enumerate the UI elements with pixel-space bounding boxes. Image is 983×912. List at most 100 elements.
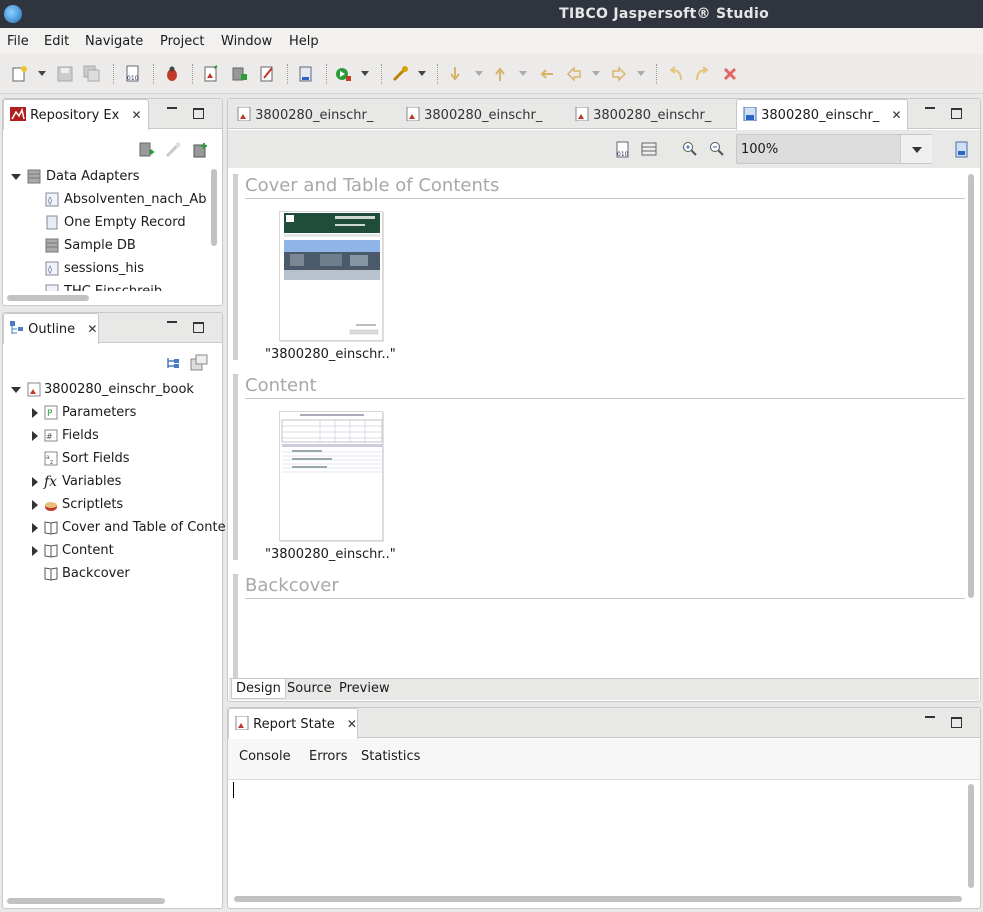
- new-data-adapter-icon[interactable]: [230, 65, 248, 83]
- collapse-chevron-icon[interactable]: [32, 477, 38, 487]
- menu-help[interactable]: Help: [289, 34, 319, 49]
- report-properties-icon[interactable]: [954, 141, 970, 163]
- tab-design[interactable]: Design: [231, 679, 286, 699]
- close-icon[interactable]: ✕: [347, 717, 357, 731]
- tab-report-3[interactable]: 3800280_einschr_: [568, 99, 733, 130]
- minimize-icon[interactable]: [167, 107, 177, 115]
- save-icon[interactable]: [56, 65, 74, 83]
- window-title: TIBCO Jaspersoft® Studio: [559, 6, 769, 22]
- repository-tab-label: Repository Ex: [30, 108, 120, 123]
- compile-icon[interactable]: 010: [615, 141, 631, 163]
- close-icon[interactable]: ✕: [892, 108, 902, 122]
- publish-report-icon[interactable]: [297, 65, 315, 83]
- previous-annotation-icon[interactable]: [491, 65, 509, 83]
- new-file-icon[interactable]: [11, 65, 29, 83]
- tab-outline[interactable]: Outline ✕: [3, 313, 99, 344]
- external-tools-icon[interactable]: [391, 65, 409, 83]
- book-section-icon: [44, 521, 58, 535]
- menu-window[interactable]: Window: [221, 34, 272, 49]
- collapse-chevron-icon[interactable]: [32, 546, 38, 556]
- zoom-in-icon[interactable]: [682, 141, 698, 161]
- layout-bands-icon[interactable]: [641, 141, 657, 161]
- empty-record-icon: [46, 215, 58, 230]
- tab-errors[interactable]: Errors: [309, 749, 347, 764]
- tools-dropdown-chevron-icon[interactable]: [418, 71, 426, 76]
- expand-chevron-icon[interactable]: [11, 387, 21, 393]
- tab-report-state[interactable]: Report State ✕: [228, 708, 358, 739]
- delete-x-icon[interactable]: [721, 65, 739, 83]
- debug-bug-icon[interactable]: [163, 65, 181, 83]
- previous-annotation-dropdown-icon[interactable]: [519, 71, 527, 76]
- filter-icon[interactable]: [190, 354, 208, 376]
- import-icon[interactable]: [192, 142, 208, 162]
- main-toolbar: 010: [0, 54, 983, 94]
- edit-connection-icon[interactable]: [165, 142, 181, 162]
- console-horizontal-scrollbar[interactable]: [234, 896, 962, 902]
- run-dropdown-chevron-icon[interactable]: [361, 71, 369, 76]
- zoom-dropdown[interactable]: [900, 135, 932, 163]
- outline-panel: Outline ✕ 3800280_einschr_book P Paramet…: [2, 312, 226, 909]
- tab-repository-explorer[interactable]: Repository Ex ✕: [3, 99, 149, 130]
- vertical-scrollbar[interactable]: [211, 169, 217, 246]
- menu-navigate[interactable]: Navigate: [85, 34, 143, 49]
- minimize-icon[interactable]: [925, 716, 935, 724]
- tab-console[interactable]: Console: [239, 749, 291, 764]
- new-report-icon[interactable]: [202, 65, 220, 83]
- tab-report-1[interactable]: 3800280_einschr_: [230, 99, 395, 130]
- maximize-icon[interactable]: [951, 717, 962, 728]
- horizontal-scrollbar[interactable]: [7, 898, 165, 904]
- tab-source[interactable]: Source: [283, 679, 336, 699]
- collapse-chevron-icon[interactable]: [32, 523, 38, 533]
- svg-text:010: 010: [617, 151, 629, 158]
- tab-statistics[interactable]: Statistics: [361, 749, 420, 764]
- zoom-out-icon[interactable]: [709, 141, 725, 161]
- maximize-icon[interactable]: [193, 108, 204, 119]
- save-all-icon[interactable]: [83, 65, 101, 83]
- tree-item-data-adapters[interactable]: Data Adapters: [5, 167, 209, 187]
- collapse-chevron-icon[interactable]: [32, 500, 38, 510]
- undo-icon[interactable]: [667, 65, 685, 83]
- redo-icon[interactable]: [693, 65, 711, 83]
- run-report-icon[interactable]: [334, 65, 352, 83]
- minimize-icon[interactable]: [925, 107, 935, 115]
- back-dropdown-chevron-icon[interactable]: [592, 71, 600, 76]
- new-dropdown-chevron-icon[interactable]: [38, 71, 46, 76]
- collapse-chevron-icon[interactable]: [32, 408, 38, 418]
- console-output-area[interactable]: [232, 780, 964, 892]
- database-icon: [27, 169, 41, 184]
- close-icon[interactable]: ✕: [131, 108, 141, 122]
- horizontal-scrollbar[interactable]: [7, 295, 89, 301]
- minimize-icon[interactable]: [167, 321, 177, 329]
- zoom-combo[interactable]: 100%: [736, 134, 932, 164]
- report-thumbnail-content[interactable]: [279, 411, 383, 541]
- expand-chevron-icon[interactable]: [11, 174, 21, 180]
- menu-project[interactable]: Project: [160, 34, 204, 49]
- canvas-vertical-scrollbar[interactable]: [968, 174, 974, 598]
- tab-report-2[interactable]: 3800280_einschr_: [399, 99, 564, 130]
- tab-report-4-active[interactable]: 3800280_einschr_ ✕: [736, 99, 908, 130]
- add-data-adapter-icon[interactable]: [138, 142, 154, 162]
- menu-file[interactable]: File: [7, 34, 29, 49]
- forward-dropdown-chevron-icon[interactable]: [637, 71, 645, 76]
- collapse-chevron-icon[interactable]: [32, 431, 38, 441]
- book-report-icon: [743, 106, 757, 122]
- collapse-all-icon[interactable]: [165, 355, 181, 375]
- next-annotation-icon[interactable]: [446, 65, 464, 83]
- report-state-tab-label: Report State: [253, 717, 335, 732]
- forward-arrow-icon[interactable]: [610, 65, 628, 83]
- chevron-down-icon: [912, 147, 922, 153]
- tab-preview[interactable]: Preview: [335, 679, 394, 699]
- compile-icon[interactable]: 010: [124, 65, 142, 83]
- report-thumbnail-cover[interactable]: [279, 211, 383, 341]
- last-edit-location-icon[interactable]: [538, 65, 556, 83]
- title-bar: TIBCO Jaspersoft® Studio: [0, 0, 983, 28]
- console-vertical-scrollbar[interactable]: [968, 784, 974, 888]
- close-icon[interactable]: ✕: [87, 322, 97, 336]
- next-annotation-dropdown-icon[interactable]: [475, 71, 483, 76]
- maximize-icon[interactable]: [193, 322, 204, 333]
- back-arrow-icon[interactable]: [565, 65, 583, 83]
- new-style-template-icon[interactable]: [258, 65, 276, 83]
- menu-edit[interactable]: Edit: [44, 34, 69, 49]
- maximize-icon[interactable]: [951, 108, 962, 119]
- book-section-icon: [44, 567, 58, 581]
